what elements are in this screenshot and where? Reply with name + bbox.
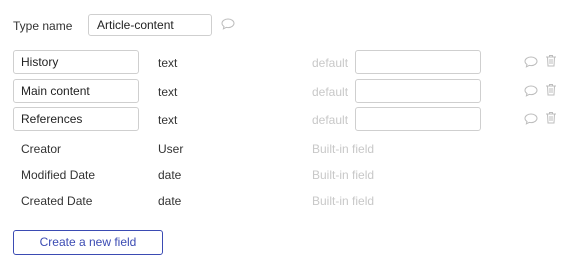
comment-icon[interactable] bbox=[524, 113, 538, 128]
type-name-input[interactable]: Article-content bbox=[88, 14, 212, 36]
builtin-field-name: Creator bbox=[21, 142, 62, 156]
field-type: text bbox=[158, 85, 178, 99]
default-value-input[interactable] bbox=[355, 107, 481, 131]
builtin-field-note: Built-in field bbox=[312, 168, 375, 182]
builtin-field-row: Created Date date Built-in field bbox=[0, 194, 582, 210]
builtin-field-type: date bbox=[158, 168, 182, 182]
default-value-input[interactable] bbox=[355, 50, 481, 74]
field-type: text bbox=[158, 113, 178, 127]
builtin-field-type: date bbox=[158, 194, 182, 208]
field-row: History text default bbox=[0, 50, 582, 74]
create-new-field-button[interactable]: Create a new field bbox=[13, 230, 163, 255]
default-value-input[interactable] bbox=[355, 79, 481, 103]
type-name-label: Type name bbox=[13, 19, 73, 33]
trash-icon[interactable] bbox=[545, 83, 557, 99]
trash-icon[interactable] bbox=[545, 54, 557, 70]
builtin-field-name: Modified Date bbox=[21, 168, 96, 182]
builtin-field-row: Creator User Built-in field bbox=[0, 142, 582, 158]
comment-icon[interactable] bbox=[524, 85, 538, 100]
comment-icon[interactable] bbox=[524, 56, 538, 71]
trash-icon[interactable] bbox=[545, 111, 557, 127]
field-name-input[interactable]: References bbox=[13, 107, 139, 131]
default-label: default bbox=[312, 113, 349, 127]
field-name-input[interactable]: Main content bbox=[13, 79, 139, 103]
field-row: References text default bbox=[0, 107, 582, 131]
field-type: text bbox=[158, 56, 178, 70]
default-label: default bbox=[312, 56, 349, 70]
field-row: Main content text default bbox=[0, 79, 582, 103]
builtin-field-note: Built-in field bbox=[312, 194, 375, 208]
builtin-field-name: Created Date bbox=[21, 194, 93, 208]
comment-icon[interactable] bbox=[221, 18, 235, 33]
builtin-field-row: Modified Date date Built-in field bbox=[0, 168, 582, 184]
builtin-field-note: Built-in field bbox=[312, 142, 375, 156]
builtin-field-type: User bbox=[158, 142, 184, 156]
default-label: default bbox=[312, 85, 349, 99]
field-name-input[interactable]: History bbox=[13, 50, 139, 74]
